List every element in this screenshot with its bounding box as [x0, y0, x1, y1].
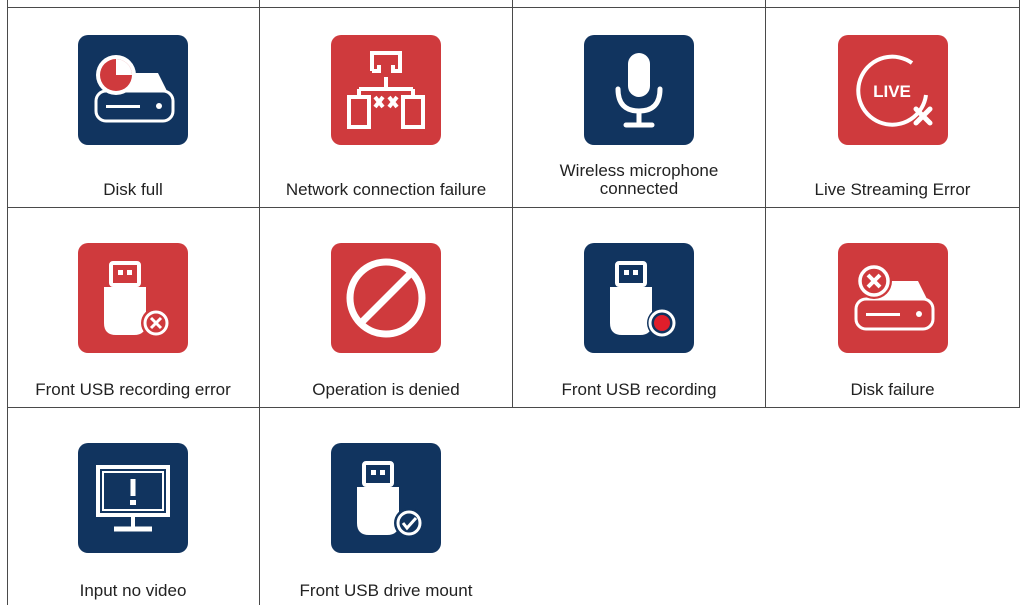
table-cell: Wireless microphone connected [513, 8, 765, 207]
denied-label: Operation is denied [312, 380, 460, 399]
usb-error-label: Front USB recording error [35, 380, 231, 399]
disk-full-icon [78, 35, 188, 145]
live-error-label: Live Streaming Error [814, 180, 971, 199]
network-failure-icon [331, 35, 441, 145]
disk-failure-icon [837, 243, 948, 353]
live-error-icon: LIVE [837, 35, 948, 145]
table-cell: Front USB recording [513, 208, 765, 407]
table-cell: Disk failure [766, 208, 1019, 407]
live-text: LIVE [873, 82, 911, 101]
network-failure-label: Network connection failure [285, 180, 487, 199]
disk-full-label: Disk full [103, 180, 163, 199]
table-cell: Operation is denied [260, 208, 512, 407]
status-icon-table: Disk full Network connection failure Wir… [7, 0, 1020, 605]
table-cell: Front USB recording error [7, 208, 259, 407]
disk-failure-label: Disk failure [850, 380, 935, 399]
denied-icon [331, 243, 441, 353]
no-video-icon [78, 443, 188, 553]
microphone-icon [584, 35, 694, 145]
usb-error-icon [78, 243, 188, 353]
table-cell: Disk full [7, 8, 259, 207]
table-cell: Input no video [7, 408, 259, 605]
usb-mount-icon [331, 443, 441, 553]
usb-recording-icon [584, 243, 694, 353]
usb-mount-label: Front USB drive mount [299, 581, 473, 600]
no-video-label: Input no video [79, 581, 187, 600]
usb-recording-label: Front USB recording [561, 380, 717, 399]
table-cell: Front USB drive mount [260, 408, 512, 605]
microphone-label: Wireless microphone connected [559, 161, 719, 198]
table-cell: Network connection failure [260, 8, 512, 207]
table-cell: LIVE Live Streaming Error [766, 8, 1019, 207]
